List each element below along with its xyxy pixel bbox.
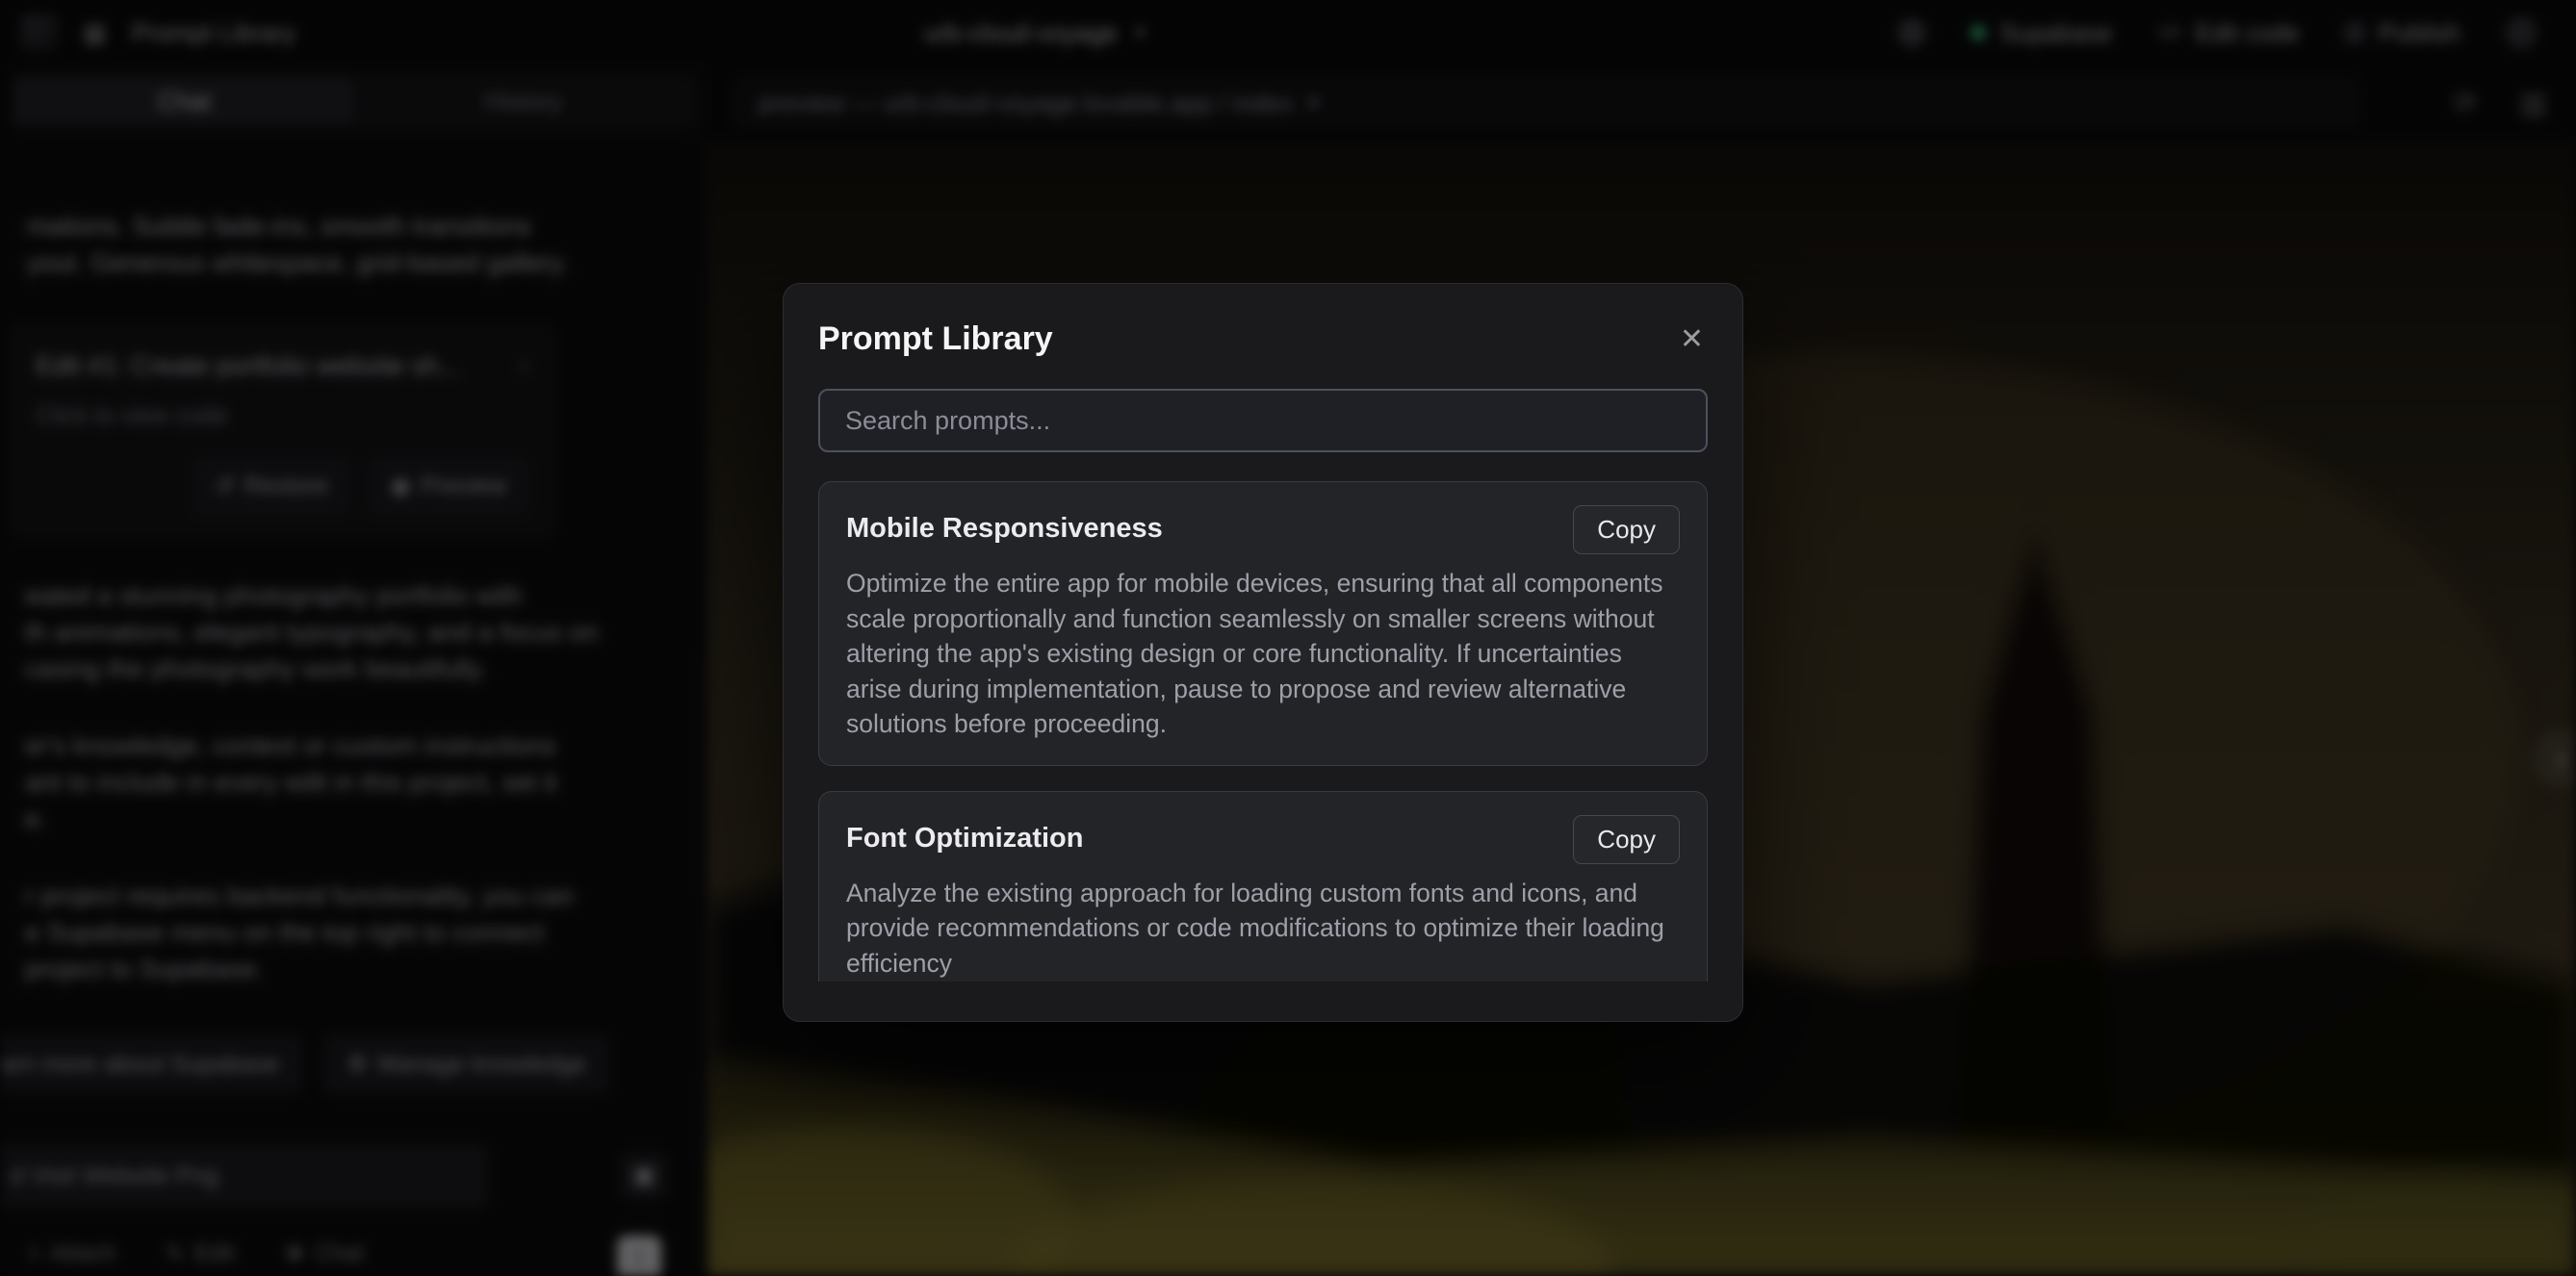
modal-header: Prompt Library ✕ <box>784 284 1742 358</box>
prompt-body: Analyze the existing approach for loadin… <box>846 876 1680 982</box>
prompt-title: Font Optimization <box>846 815 1083 855</box>
prompt-card: Font Optimization Copy Analyze the exist… <box>818 791 1708 983</box>
prompt-list[interactable]: Mobile Responsiveness Copy Optimize the … <box>818 481 1708 982</box>
copy-button[interactable]: Copy <box>1573 815 1680 864</box>
copy-button[interactable]: Copy <box>1573 505 1680 554</box>
prompt-body: Optimize the entire app for mobile devic… <box>846 566 1680 742</box>
close-icon: ✕ <box>1680 323 1704 355</box>
prompt-title: Mobile Responsiveness <box>846 505 1163 545</box>
close-button[interactable]: ✕ <box>1676 321 1708 358</box>
search-box <box>818 389 1708 452</box>
prompt-card: Mobile Responsiveness Copy Optimize the … <box>818 481 1708 766</box>
prompt-library-modal: Prompt Library ✕ Mobile Responsiveness C… <box>783 283 1743 1022</box>
search-input[interactable] <box>843 405 1683 437</box>
app-screen: ▦ Prompt Library urb-cloud-voyage ▾ Supa… <box>0 0 2576 1276</box>
modal-title: Prompt Library <box>818 320 1053 358</box>
